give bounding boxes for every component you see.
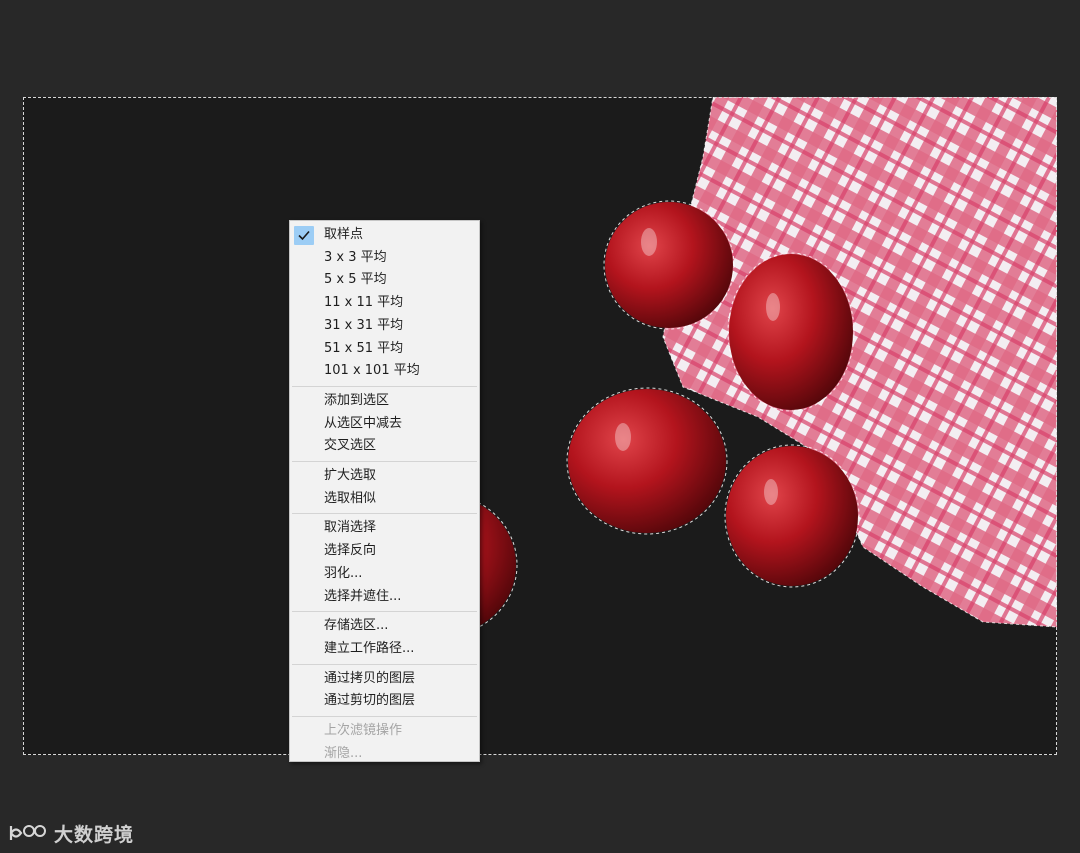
menu-item[interactable]: 31 x 31 平均 bbox=[292, 315, 477, 337]
photoshop-workspace[interactable]: 取样点 3 x 3 平均 5 x 5 平均 11 x 11 平均 31 x 31 平均 5… bbox=[0, 0, 1080, 853]
menu-item-label: 选择并遮住... bbox=[324, 588, 402, 604]
menu-item[interactable]: 11 x 11 平均 bbox=[292, 292, 477, 314]
selection-context-menu[interactable]: 取样点 3 x 3 平均 5 x 5 平均 11 x 11 平均 31 x 31 平均 5… bbox=[289, 220, 480, 762]
menu-item[interactable]: 取样点 bbox=[292, 224, 477, 246]
menu-item-label: 3 x 3 平均 bbox=[324, 249, 387, 265]
menu-item[interactable]: 从选区中减去 bbox=[292, 413, 477, 435]
menu-item[interactable]: 建立工作路径... bbox=[292, 638, 477, 660]
checkered-cloth bbox=[663, 97, 1057, 627]
menu-item-label: 取样点 bbox=[324, 227, 364, 242]
menu-item-label: 通过剪切的图层 bbox=[324, 693, 416, 709]
menu-item-label: 取消选择 bbox=[324, 520, 377, 536]
menu-item[interactable]: 通过拷贝的图层 bbox=[292, 668, 477, 690]
menu-item-label: 添加到选区 bbox=[324, 392, 390, 408]
menu-separator bbox=[292, 611, 477, 613]
menu-item-label: 渐隐... bbox=[324, 745, 363, 761]
watermark: 大数跨境 bbox=[8, 818, 134, 848]
menu-item-label: 交叉选区 bbox=[324, 438, 377, 454]
menu-item[interactable]: 选择并遮住... bbox=[292, 586, 477, 608]
canvas-photo[interactable] bbox=[23, 97, 1057, 755]
menu-item-label: 建立工作路径... bbox=[324, 640, 415, 656]
watermark-text: 大数跨境 bbox=[54, 823, 135, 846]
menu-separator bbox=[292, 716, 477, 717]
menu-separator bbox=[292, 385, 477, 387]
menu-item-label: 选取相似 bbox=[324, 490, 377, 506]
apples-photo bbox=[368, 97, 1057, 637]
menu-item-label: 选择反向 bbox=[324, 543, 377, 559]
menu-separator bbox=[292, 663, 477, 665]
menu-item-label: 上次滤镜操作 bbox=[324, 723, 403, 738]
logo-icon bbox=[9, 825, 46, 840]
menu-item[interactable]: 羽化... bbox=[292, 563, 477, 585]
checkmark-icon bbox=[294, 226, 314, 245]
menu-item[interactable]: 添加到选区 bbox=[292, 390, 477, 412]
apple-top-right bbox=[729, 254, 853, 410]
menu-item[interactable]: 3 x 3 平均 bbox=[292, 247, 477, 269]
menu-item-label: 从选区中减去 bbox=[324, 415, 403, 431]
menu-item-label: 5 x 5 平均 bbox=[324, 272, 387, 288]
menu-item[interactable]: 选择反向 bbox=[292, 540, 477, 562]
menu-item[interactable]: 51 x 51 平均 bbox=[292, 338, 477, 360]
menu-item[interactable]: 交叉选区 bbox=[292, 435, 477, 457]
menu-item[interactable]: 101 x 101 平均 bbox=[292, 360, 477, 382]
menu-item[interactable]: 通过剪切的图层 bbox=[292, 690, 477, 712]
menu-separator bbox=[292, 513, 477, 515]
menu-item: 上次滤镜操作 bbox=[292, 720, 477, 742]
menu-separator bbox=[292, 461, 477, 462]
apple-top-left bbox=[605, 202, 733, 328]
menu-item[interactable]: 取消选择 bbox=[292, 517, 477, 539]
menu-item-label: 11 x 11 平均 bbox=[324, 295, 404, 311]
menu-item-label: 51 x 51 平均 bbox=[324, 340, 404, 356]
menu-item-label: 扩大选取 bbox=[324, 468, 377, 483]
apple-middle-left bbox=[568, 389, 726, 533]
menu-item[interactable]: 5 x 5 平均 bbox=[292, 269, 477, 291]
menu-item-label: 101 x 101 平均 bbox=[324, 363, 420, 379]
menu-item-label: 31 x 31 平均 bbox=[324, 317, 404, 333]
apple-middle-right bbox=[726, 446, 858, 586]
menu-item: 渐隐... bbox=[292, 743, 477, 765]
menu-item-label: 存储选区... bbox=[324, 618, 389, 634]
menu-item-label: 通过拷贝的图层 bbox=[324, 670, 416, 686]
menu-item[interactable]: 扩大选取 bbox=[292, 465, 477, 487]
menu-item-label: 羽化... bbox=[324, 565, 363, 581]
menu-item[interactable]: 选取相似 bbox=[292, 488, 477, 510]
menu-item[interactable]: 存储选区... bbox=[292, 615, 477, 637]
